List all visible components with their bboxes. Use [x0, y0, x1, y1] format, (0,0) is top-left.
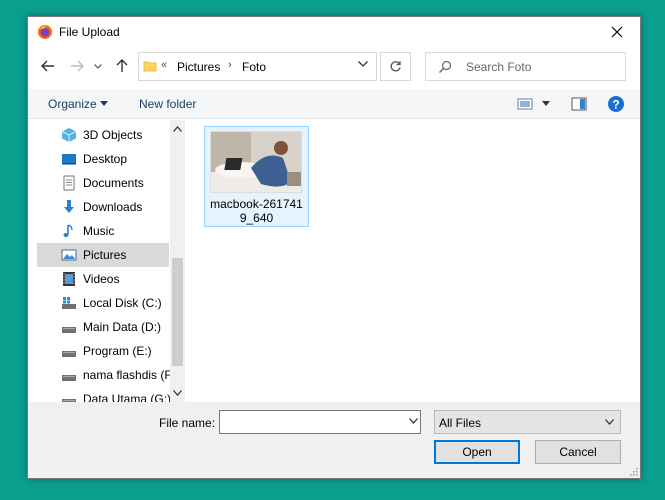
- nav-item-main-data-d[interactable]: Main Data (D:): [37, 315, 169, 339]
- chevron-down-icon[interactable]: [358, 61, 368, 67]
- nav-item-downloads[interactable]: Downloads: [37, 195, 169, 219]
- desktop-icon: [62, 154, 76, 165]
- nav-item-3d-objects[interactable]: 3D Objects: [37, 123, 169, 147]
- scroll-up-button[interactable]: [170, 122, 185, 136]
- chevron-down-icon: [605, 419, 614, 425]
- search-input[interactable]: Search Foto: [466, 60, 531, 74]
- caret-down-icon[interactable]: [100, 101, 108, 106]
- command-toolbar: Organize New folder ?: [28, 89, 640, 119]
- chevron-up-icon: [173, 126, 182, 132]
- scroll-down-button[interactable]: [170, 386, 185, 400]
- refresh-icon: [390, 61, 401, 72]
- file-type-value: All Files: [439, 416, 482, 430]
- image-thumbnail: [210, 131, 302, 193]
- nav-item-desktop[interactable]: Desktop: [37, 147, 169, 171]
- file-name-input[interactable]: [219, 410, 421, 434]
- drive-icon: [62, 351, 76, 357]
- open-button[interactable]: Open: [434, 440, 520, 464]
- breadcrumb-pictures[interactable]: Pictures: [177, 60, 220, 74]
- resize-grip-icon[interactable]: [628, 466, 638, 476]
- firefox-icon: [38, 25, 52, 39]
- arrow-left-icon: [41, 60, 54, 72]
- drive-icon: [62, 399, 76, 402]
- nav-item-program-e[interactable]: Program (E:): [37, 339, 169, 363]
- photo-thumbnail-icon: [211, 132, 301, 192]
- breadcrumb-foto[interactable]: Foto: [242, 60, 266, 74]
- downloads-icon: [64, 200, 74, 213]
- file-name-label: File name:: [159, 416, 216, 430]
- nav-item-pictures[interactable]: Pictures: [37, 243, 169, 267]
- chevron-down-icon: [173, 390, 182, 396]
- file-name-label: macbook-261741 9_640: [210, 197, 303, 225]
- scroll-thumb[interactable]: [172, 258, 183, 366]
- drive-icon: [62, 375, 76, 381]
- recent-locations-button[interactable]: [91, 55, 105, 77]
- file-item[interactable]: macbook-261741 9_640: [204, 126, 309, 227]
- address-bar[interactable]: « Pictures › Foto: [138, 52, 377, 81]
- arrow-right-icon: [71, 60, 84, 72]
- up-button[interactable]: [112, 55, 132, 77]
- caret-down-icon[interactable]: [542, 101, 550, 106]
- svg-text:?: ?: [612, 98, 619, 112]
- nav-item-local-disk-c[interactable]: Local Disk (C:): [37, 291, 169, 315]
- chevron-down-icon[interactable]: [409, 418, 418, 424]
- file-type-select[interactable]: All Files: [434, 410, 621, 434]
- drive-icon: [62, 327, 76, 333]
- view-options-icon[interactable]: [517, 97, 533, 111]
- videos-icon: [63, 272, 75, 286]
- search-box[interactable]: Search Foto: [425, 52, 626, 81]
- close-icon: [611, 26, 623, 38]
- arrow-up-icon: [116, 59, 128, 72]
- nav-item-documents[interactable]: Documents: [37, 171, 169, 195]
- chevron-down-icon: [94, 63, 102, 69]
- search-icon: [439, 60, 452, 73]
- refresh-button[interactable]: [380, 52, 411, 81]
- address-overflow[interactable]: «: [161, 59, 167, 71]
- breadcrumb-separator: ›: [228, 59, 232, 71]
- navigation-pane: 3D Objects Desktop Documents Downloads M…: [37, 120, 185, 402]
- title-bar[interactable]: File Upload: [28, 17, 640, 47]
- windows-drive-icon: [62, 297, 76, 309]
- pictures-icon: [61, 249, 77, 261]
- documents-icon: [63, 175, 75, 191]
- forward-button[interactable]: [67, 55, 87, 77]
- preview-pane-icon[interactable]: [571, 97, 587, 111]
- window-title: File Upload: [59, 25, 120, 39]
- nav-item-flashdisk-f[interactable]: nama flashdis (F: [37, 363, 172, 387]
- nav-item-music[interactable]: Music: [37, 219, 169, 243]
- help-icon[interactable]: ?: [607, 95, 625, 113]
- file-upload-dialog: File Upload « Pictures › Foto Search Fot…: [27, 16, 641, 479]
- new-folder-button[interactable]: New folder: [139, 97, 196, 111]
- close-button[interactable]: [594, 17, 640, 47]
- nav-scrollbar[interactable]: [170, 120, 185, 402]
- dialog-footer: File name: All Files Open Cancel: [28, 402, 640, 478]
- cancel-button[interactable]: Cancel: [535, 440, 621, 464]
- music-icon: [63, 224, 73, 237]
- file-list: macbook-261741 9_640: [185, 120, 640, 402]
- back-button[interactable]: [38, 55, 58, 77]
- nav-item-videos[interactable]: Videos: [37, 267, 169, 291]
- organize-button[interactable]: Organize: [48, 97, 97, 111]
- folder-icon: [143, 61, 157, 72]
- nav-item-data-utama-g[interactable]: Data Utama (G:): [37, 387, 171, 402]
- 3d-objects-icon: [61, 128, 77, 142]
